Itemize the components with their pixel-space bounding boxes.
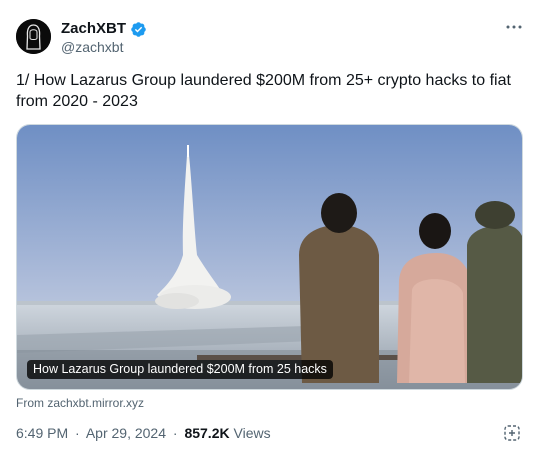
tweet-date[interactable]: Apr 29, 2024 [86,425,166,441]
author-name-text: ZachXBT [61,20,127,37]
author-name[interactable]: ZachXBT [61,20,147,38]
author-handle[interactable]: @zachxbt [61,39,123,56]
tweet-text-line-2: from 2020 - 2023 [16,93,138,110]
author-avatar[interactable] [16,19,51,54]
tweet-time[interactable]: 6:49 PM [16,425,68,441]
missile-launch-photo [17,125,522,389]
tweet-text: 1/ How Lazarus Group laundered $200M fro… [16,70,522,112]
verified-badge-icon [131,21,146,37]
meta-separator: · [172,425,178,441]
tweet-text-line-1: 1/ How Lazarus Group laundered $200M fro… [16,72,511,89]
meta-separator: · [75,425,80,441]
link-preview-card[interactable]: How Lazarus Group laundered $200M from 2… [16,124,523,390]
grok-analyze-icon[interactable] [503,424,521,442]
views-label: Views [233,425,271,441]
hooded-figure-avatar-icon [16,19,51,54]
views-count: 857.2K [184,425,230,441]
tweet-card: ZachXBT @zachxbt 1/ How Lazarus Group la… [0,0,539,458]
tweet-meta: 6:49 PM · Apr 29, 2024 · 857.2K Views [16,425,271,442]
more-options-icon[interactable] [505,22,523,32]
card-source[interactable]: From zachxbt.mirror.xyz [16,396,144,411]
card-caption: How Lazarus Group laundered $200M from 2… [27,360,333,379]
